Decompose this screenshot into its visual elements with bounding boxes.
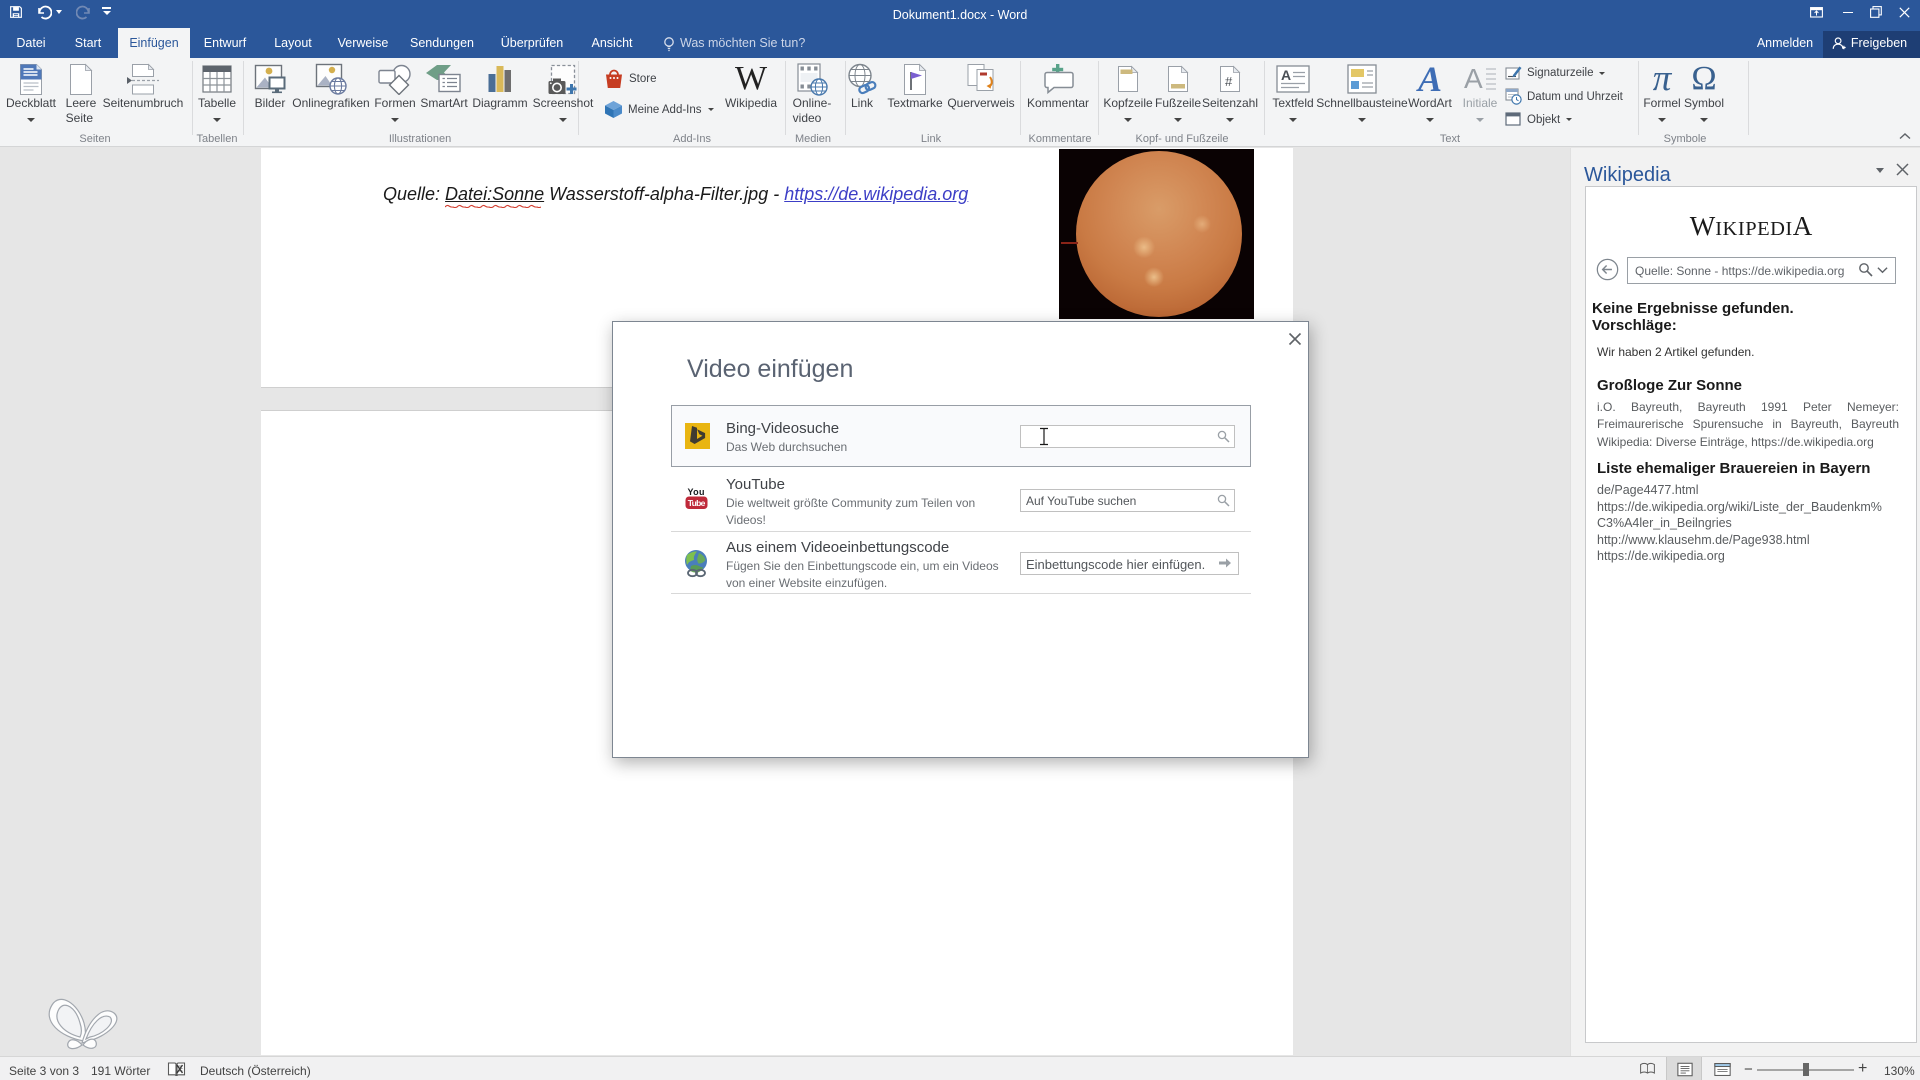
svg-text:A: A — [1281, 67, 1291, 83]
svg-text:A: A — [1464, 65, 1483, 93]
svg-text:#: # — [1225, 74, 1233, 89]
svg-text:Tube: Tube — [688, 498, 706, 508]
svg-text:You: You — [688, 487, 705, 497]
